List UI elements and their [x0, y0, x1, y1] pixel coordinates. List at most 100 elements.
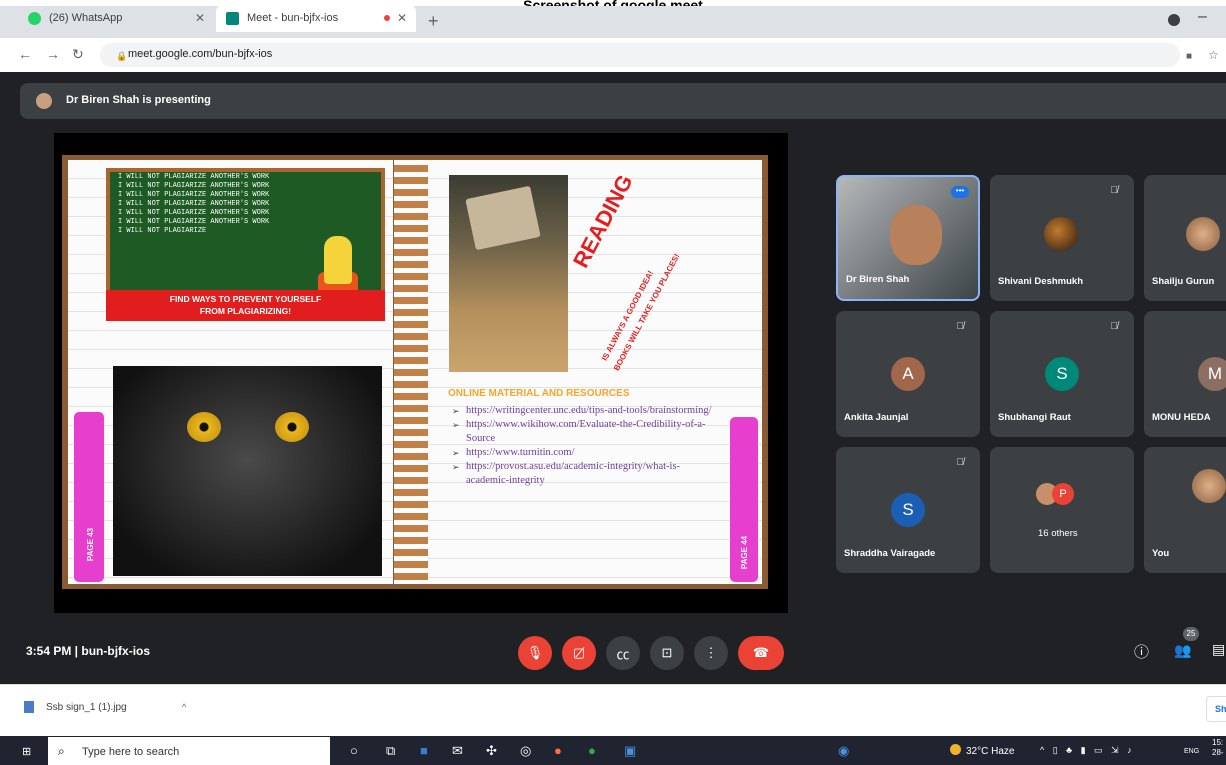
meet-icon: [226, 11, 239, 25]
close-icon[interactable]: ✕: [394, 11, 410, 25]
avatar: M: [1198, 357, 1226, 391]
participant-name: Shivani Deshmukh: [998, 276, 1083, 287]
participant-name: Shraddha Vairagade: [844, 548, 936, 559]
participant-name: 16 others: [1038, 528, 1078, 539]
image-file-icon: [24, 701, 34, 713]
app-icon[interactable]: ▣: [624, 743, 636, 759]
firefox-icon[interactable]: ●: [554, 743, 562, 758]
participant-tile-monu[interactable]: M MONU HEDA: [1144, 311, 1226, 437]
resources-title: ONLINE MATERIAL AND RESOURCES: [448, 388, 630, 399]
file-explorer-icon[interactable]: ■: [420, 743, 428, 758]
chalkboard-line: I WILL NOT PLAGIARIZE: [118, 227, 207, 235]
download-item[interactable]: Ssb sign_1 (1).jpg: [46, 702, 127, 713]
chalkboard-line: I WILL NOT PLAGIARIZE ANOTHER'S WORK: [118, 173, 270, 181]
avatar: [1044, 217, 1078, 251]
mic-off-icon: 🎙̸: [1110, 321, 1119, 332]
more-options-icon[interactable]: •••: [951, 186, 969, 198]
bookmark-star-icon[interactable]: ☆: [1208, 48, 1219, 62]
cortana-icon[interactable]: ○: [350, 743, 358, 758]
mic-off-icon: 🎙̸: [956, 457, 965, 468]
tab-whatsapp[interactable]: (26) WhatsApp ✕: [18, 4, 214, 32]
chalkboard-line: I WILL NOT PLAGIARIZE ANOTHER'S WORK: [118, 191, 270, 199]
mic-toggle-button[interactable]: 🎙: [518, 636, 552, 670]
list-item: https://writingcenter.unc.edu/tips-and-t…: [452, 404, 722, 418]
participant-name: Dr Biren Shah: [846, 274, 910, 285]
tab-label: (26) WhatsApp: [49, 12, 123, 24]
more-options-button[interactable]: ⋮: [694, 636, 728, 670]
mail-icon[interactable]: ✉: [452, 743, 463, 759]
participant-tile-shivani[interactable]: 🎙̸ Shivani Deshmukh: [990, 175, 1134, 301]
url-text: meet.google.com/bun-bjfx-ios: [128, 48, 273, 60]
avatar: S: [1045, 357, 1079, 391]
participant-tile-ankita[interactable]: 🎙̸ A Ankita Jaunjal: [836, 311, 980, 437]
forward-icon[interactable]: →: [46, 46, 60, 62]
hang-up-icon: ☎: [752, 645, 770, 660]
task-view-icon[interactable]: ⧉: [386, 743, 395, 759]
participant-tile-shubhangi[interactable]: 🎙̸ S Shubhangi Raut: [990, 311, 1134, 437]
clock-time: 15:: [1212, 738, 1224, 747]
camera-toggle-button[interactable]: ▢̸: [562, 636, 596, 670]
presenting-label: Dr Biren Shah is presenting: [66, 94, 211, 106]
participant-tile-shraddha[interactable]: 🎙̸ S Shraddha Vairagade: [836, 447, 980, 573]
present-icon: ⊡: [661, 645, 673, 660]
extension-icon[interactable]: ■: [1186, 51, 1192, 62]
close-icon[interactable]: ✕: [192, 11, 208, 25]
profile-icon[interactable]: [1168, 14, 1180, 26]
camera-off-icon: ▢̸: [572, 645, 586, 660]
cartoon-character: [324, 236, 352, 284]
chat-icon[interactable]: ▤: [1212, 641, 1225, 658]
participant-name: You: [1152, 548, 1170, 559]
resources-list: https://writingcenter.unc.edu/tips-and-t…: [452, 404, 722, 488]
participant-tile-others[interactable]: P 16 others: [990, 447, 1134, 573]
weather-text[interactable]: 32°C Haze: [966, 746, 1014, 757]
info-icon[interactable]: ⓘ: [1134, 641, 1149, 662]
app-globe-icon[interactable]: ◉: [838, 743, 849, 759]
mic-off-icon: 🎙̸: [956, 321, 965, 332]
back-icon[interactable]: ←: [18, 46, 32, 62]
avatar: P: [1052, 483, 1074, 505]
banner-line: FIND WAYS TO PREVENT YOURSELF: [169, 294, 322, 304]
cat-photo: [113, 366, 382, 576]
minimize-button[interactable]: –: [1198, 8, 1207, 26]
weather-icon: [950, 744, 961, 755]
chalkboard-line: I WILL NOT PLAGIARIZE ANOTHER'S WORK: [118, 182, 270, 190]
cat-eye: [187, 412, 221, 442]
participant-tile-shailju[interactable]: Shailju Gurun: [1144, 175, 1226, 301]
tab-meet[interactable]: Meet - bun-bjfx-ios ✕: [216, 4, 416, 32]
reload-icon[interactable]: ↻: [72, 46, 84, 63]
list-item: https://www.turnitin.com/: [452, 446, 722, 460]
clock-date: 28-: [1212, 748, 1224, 757]
app-icon[interactable]: ✣: [486, 743, 497, 759]
leave-call-button[interactable]: ☎: [738, 636, 784, 670]
app-circle-icon[interactable]: ◎: [520, 743, 531, 759]
participant-video: [890, 205, 942, 265]
chrome-icon[interactable]: ●: [588, 743, 596, 758]
show-all-button[interactable]: Sh: [1206, 696, 1226, 722]
taskbar-clock[interactable]: 15: 28-: [1212, 738, 1224, 758]
page-number: PAGE 43: [86, 527, 96, 562]
participant-name: Shailju Gurun: [1152, 276, 1215, 287]
lock-icon[interactable]: 🔒: [116, 51, 127, 62]
present-button[interactable]: ⊡: [650, 636, 684, 670]
people-icon[interactable]: 👥: [1174, 642, 1191, 659]
avatar: [1186, 217, 1220, 251]
chalkboard-line: I WILL NOT PLAGIARIZE ANOTHER'S WORK: [118, 218, 270, 226]
avatar: [1192, 469, 1226, 503]
list-item: https://provost.asu.edu/academic-integri…: [452, 460, 722, 488]
avatar: A: [891, 357, 925, 391]
mic-off-icon: 🎙: [526, 645, 544, 660]
new-tab-button[interactable]: +: [428, 12, 439, 30]
captions-button[interactable]: ㏄: [606, 636, 640, 670]
recording-indicator-icon: [384, 15, 390, 21]
language-indicator[interactable]: ENG: [1184, 748, 1199, 755]
chalkboard-line: I WILL NOT PLAGIARIZE ANOTHER'S WORK: [118, 209, 270, 217]
windows-start-icon[interactable]: ⊞: [22, 745, 31, 758]
captions-icon: ㏄: [616, 646, 630, 662]
chalkboard-line: I WILL NOT PLAGIARIZE ANOTHER'S WORK: [118, 200, 270, 208]
search-icon: ⌕: [58, 744, 65, 758]
system-tray-icons[interactable]: ^ ▯ ♣ ▮ ▭ ⇲ ♪: [1040, 745, 1135, 756]
chevron-up-icon[interactable]: ^: [182, 702, 186, 712]
banner-line: FROM PLAGIARIZING!: [199, 306, 292, 316]
more-vert-icon: ⋮: [704, 645, 718, 660]
participant-tile-you[interactable]: You: [1144, 447, 1226, 573]
